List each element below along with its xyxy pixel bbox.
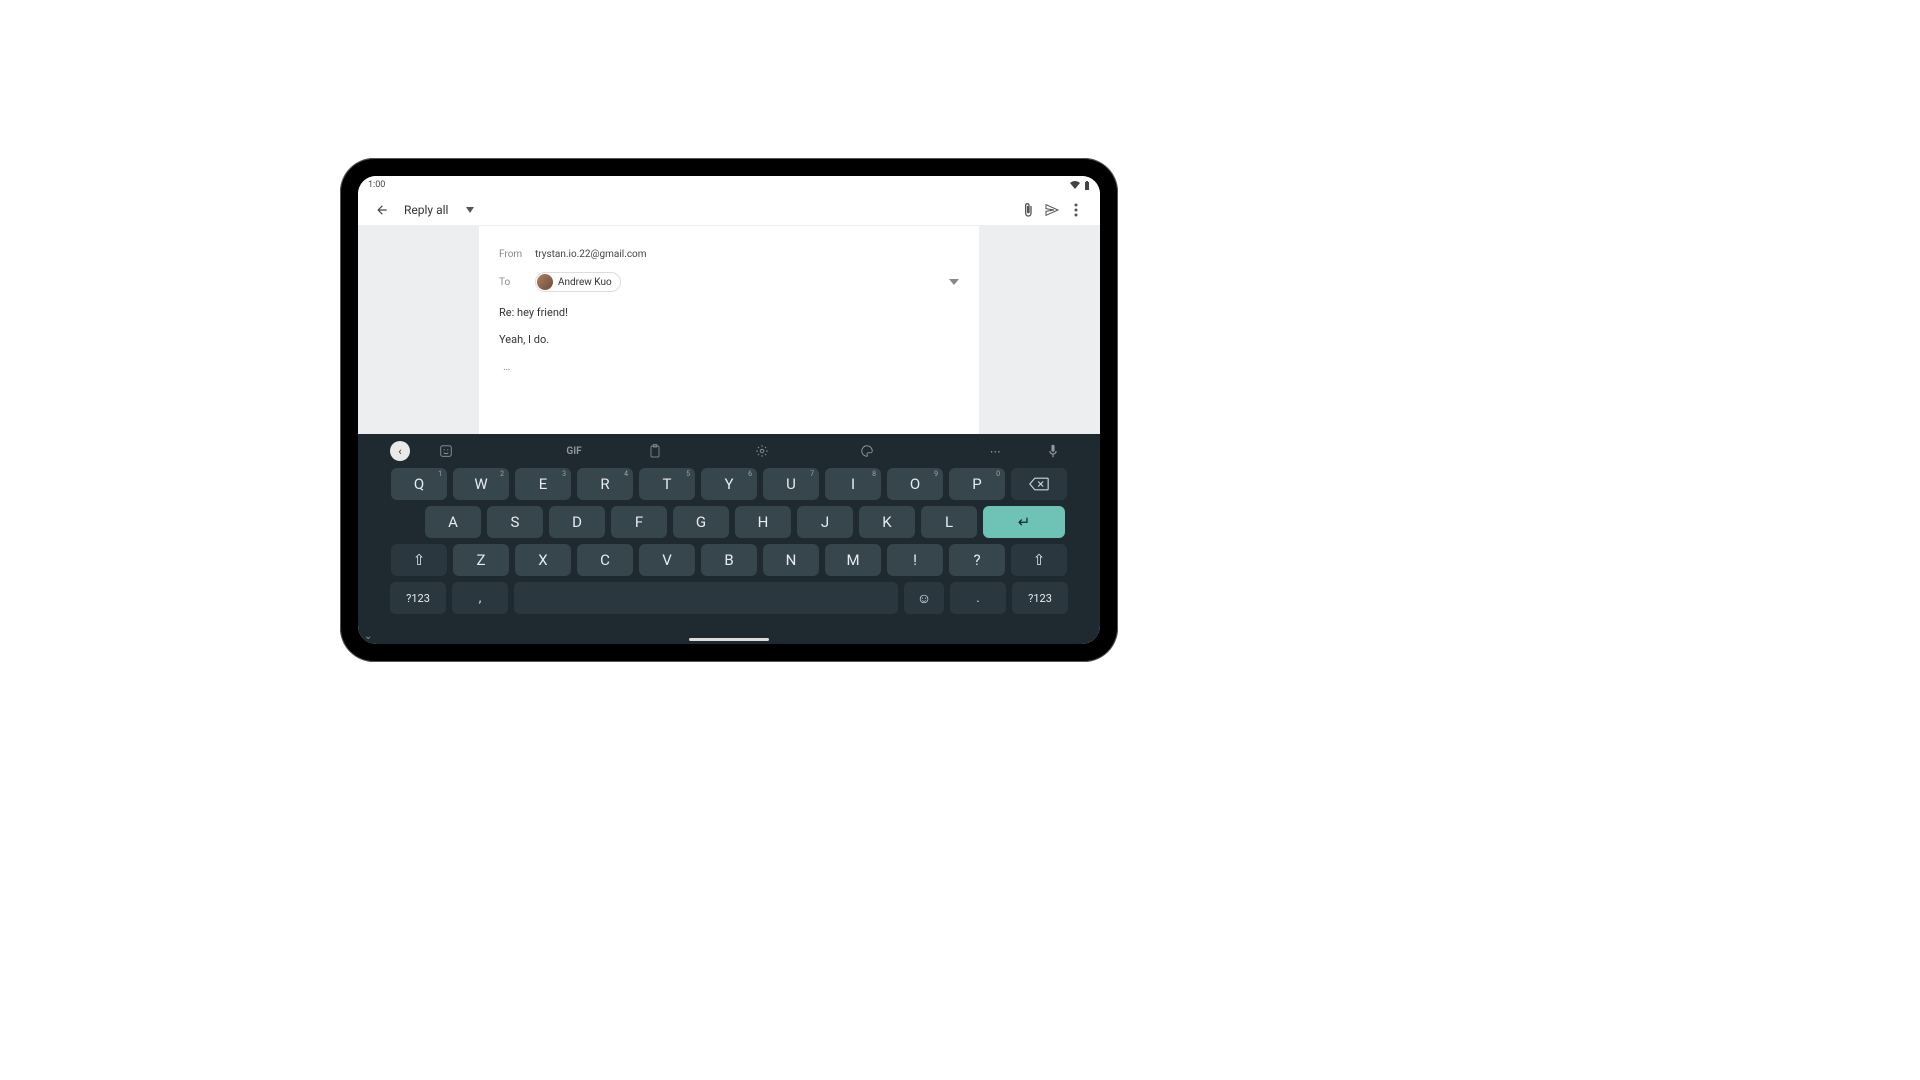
- key-symbols-right[interactable]: ?123: [1012, 582, 1068, 614]
- on-screen-keyboard: ‹ GIF ⋯: [358, 434, 1100, 644]
- status-bar: 1:00: [358, 176, 1100, 194]
- key-n[interactable]: N: [763, 544, 819, 576]
- key-emoji[interactable]: ☺: [904, 582, 944, 614]
- key-row-3: ⇧ Z X C V B N M ! ? ⇧: [390, 544, 1068, 576]
- key-k[interactable]: K: [859, 506, 915, 538]
- key-x[interactable]: X: [515, 544, 571, 576]
- key-o[interactable]: O9: [887, 468, 943, 500]
- theme-icon[interactable]: [860, 444, 920, 458]
- key-i[interactable]: I8: [825, 468, 881, 500]
- recipient-chip[interactable]: Andrew Kuo: [535, 272, 621, 292]
- key-exclaim[interactable]: !: [887, 544, 943, 576]
- key-row-2: A S D F G H J K L ↵: [390, 506, 1068, 538]
- key-shift-left[interactable]: ⇧: [391, 544, 447, 576]
- key-f[interactable]: F: [611, 506, 667, 538]
- settings-icon[interactable]: [755, 444, 815, 458]
- keyboard-rows: Q1 W2 E3 R4 T5 Y6 U7 I8 O9 P0 A: [390, 468, 1068, 642]
- key-question[interactable]: ?: [949, 544, 1005, 576]
- compose-card: From trystan.io.22@gmail.com To Andrew K…: [479, 226, 979, 434]
- from-row[interactable]: From trystan.io.22@gmail.com: [499, 240, 959, 268]
- appbar-title: Reply all: [404, 203, 448, 217]
- subject-field[interactable]: Re: hey friend!: [499, 306, 959, 319]
- quoted-text-toggle[interactable]: …: [499, 360, 959, 373]
- status-time: 1:00: [368, 180, 385, 190]
- key-space[interactable]: [514, 582, 898, 614]
- key-u[interactable]: U7: [763, 468, 819, 500]
- key-r[interactable]: R4: [577, 468, 633, 500]
- sticker-icon[interactable]: [439, 444, 499, 458]
- compose-background: From trystan.io.22@gmail.com To Andrew K…: [358, 226, 1100, 434]
- key-symbols-left[interactable]: ?123: [390, 582, 446, 614]
- key-s[interactable]: S: [487, 506, 543, 538]
- from-value: trystan.io.22@gmail.com: [535, 249, 647, 260]
- tablet-frame: 1:00 Reply all: [340, 158, 1118, 662]
- wifi-icon: [1070, 181, 1080, 189]
- key-y[interactable]: Y6: [701, 468, 757, 500]
- to-row[interactable]: To Andrew Kuo: [499, 268, 959, 296]
- from-label: From: [499, 249, 535, 260]
- clipboard-icon[interactable]: [649, 444, 709, 458]
- keyboard-back-icon[interactable]: ‹: [390, 441, 410, 461]
- key-w[interactable]: W2: [453, 468, 509, 500]
- screen: 1:00 Reply all: [358, 176, 1100, 644]
- key-row-4: ?123 , ☺ . ?123: [390, 582, 1068, 614]
- key-t[interactable]: T5: [639, 468, 695, 500]
- attach-button[interactable]: [1016, 198, 1040, 222]
- key-c[interactable]: C: [577, 544, 633, 576]
- more-icon[interactable]: ⋯: [965, 445, 1025, 458]
- key-e[interactable]: E3: [515, 468, 571, 500]
- gif-icon[interactable]: GIF: [544, 446, 604, 457]
- body-field[interactable]: Yeah, I do.: [499, 333, 959, 346]
- recipient-name: Andrew Kuo: [558, 277, 612, 288]
- back-button[interactable]: [370, 198, 394, 222]
- key-z[interactable]: Z: [453, 544, 509, 576]
- key-m[interactable]: M: [825, 544, 881, 576]
- battery-icon: [1084, 181, 1090, 190]
- key-a[interactable]: A: [425, 506, 481, 538]
- key-j[interactable]: J: [797, 506, 853, 538]
- keyboard-toolbar: ‹ GIF ⋯: [390, 438, 1068, 464]
- key-backspace[interactable]: [1011, 468, 1067, 500]
- more-button[interactable]: [1064, 198, 1088, 222]
- key-b[interactable]: B: [701, 544, 757, 576]
- key-v[interactable]: V: [639, 544, 695, 576]
- avatar: [537, 274, 553, 290]
- key-p[interactable]: P0: [949, 468, 1005, 500]
- key-enter[interactable]: ↵: [983, 506, 1065, 538]
- home-indicator[interactable]: [689, 638, 769, 641]
- key-shift-right[interactable]: ⇧: [1011, 544, 1067, 576]
- key-q[interactable]: Q1: [391, 468, 447, 500]
- key-comma[interactable]: ,: [452, 582, 508, 614]
- mic-icon[interactable]: [1048, 444, 1068, 458]
- expand-recipients[interactable]: [949, 279, 959, 285]
- send-button[interactable]: [1040, 198, 1064, 222]
- keyboard-collapse-icon[interactable]: ⌄: [364, 631, 372, 642]
- key-d[interactable]: D: [549, 506, 605, 538]
- key-h[interactable]: H: [735, 506, 791, 538]
- app-bar: Reply all: [358, 194, 1100, 226]
- key-period[interactable]: .: [950, 582, 1006, 614]
- key-row-1: Q1 W2 E3 R4 T5 Y6 U7 I8 O9 P0: [390, 468, 1068, 500]
- reply-mode-dropdown[interactable]: [458, 198, 482, 222]
- key-g[interactable]: G: [673, 506, 729, 538]
- key-l[interactable]: L: [921, 506, 977, 538]
- to-label: To: [499, 277, 535, 288]
